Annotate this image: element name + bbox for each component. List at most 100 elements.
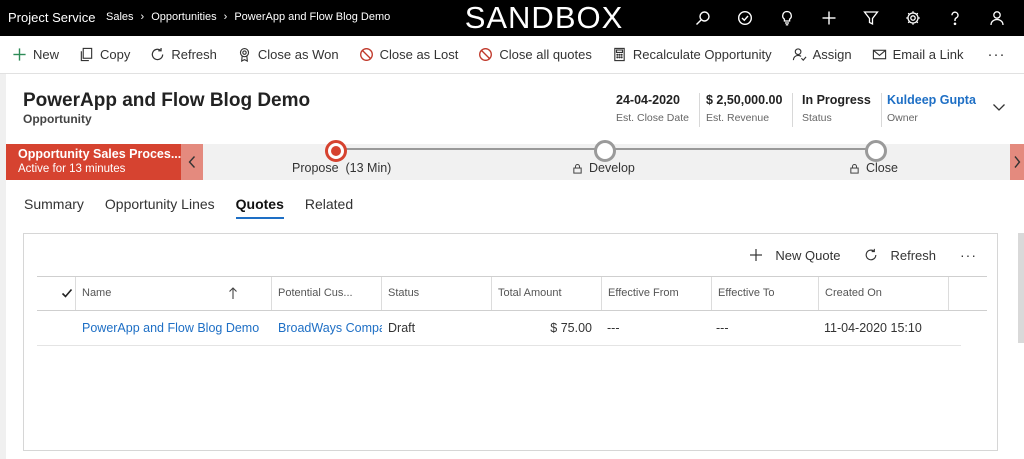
recalculate-opportunity-button[interactable]: Recalculate Opportunity (612, 36, 772, 74)
close-as-lost-button[interactable]: Close as Lost (359, 36, 459, 74)
form-tabs: Summary Opportunity Lines Quotes Related (24, 196, 374, 219)
owner-value[interactable]: Kuldeep Gupta (887, 93, 976, 107)
column-header-effective-to[interactable]: Effective To (711, 277, 818, 310)
chevron-right-icon: › (223, 11, 228, 23)
cell-potential-customer[interactable]: BroadWays Compa (278, 312, 382, 345)
search-icon[interactable] (682, 0, 724, 36)
new-button[interactable]: New (12, 36, 59, 74)
tab-quotes[interactable]: Quotes (235, 196, 284, 219)
est-close-date-value: 24-04-2020 (616, 93, 680, 107)
cell-created-on: 11-04-2020 15:10 (824, 321, 922, 335)
plus-icon[interactable] (808, 0, 850, 36)
filter-icon[interactable] (850, 0, 892, 36)
subgrid-toolbar: New Quote Refresh ··· (725, 247, 977, 263)
top-nav-icons (682, 0, 1018, 36)
stage-node-develop[interactable] (594, 140, 616, 162)
cell-total-amount: $ 75.00 (550, 321, 592, 335)
refresh-icon (866, 248, 877, 261)
page-scrollbar[interactable] (1018, 233, 1024, 343)
activity-check-icon[interactable] (724, 0, 766, 36)
column-header-total-amount[interactable]: Total Amount (491, 277, 601, 310)
select-all-checkmark-icon[interactable] (61, 287, 73, 299)
new-quote-button[interactable]: New Quote (749, 248, 840, 263)
chevron-down-icon[interactable] (992, 100, 1006, 114)
environment-banner: SANDBOX (464, 0, 624, 35)
stage-node-close[interactable] (865, 140, 887, 162)
calculator-icon (614, 47, 625, 62)
help-icon[interactable] (934, 0, 976, 36)
user-icon[interactable] (976, 0, 1018, 36)
refresh-button-label: Refresh (171, 47, 217, 62)
business-process-flow: Opportunity Sales Proces... Active for 1… (6, 140, 1024, 180)
status-field: In Progress Status (802, 93, 882, 127)
quotes-subgrid: New Quote Refresh ··· Name Potential Cus… (23, 233, 998, 451)
owner-field: Kuldeep Gupta Owner (887, 93, 986, 127)
subgrid-refresh-button[interactable]: Refresh (864, 248, 936, 263)
process-name: Opportunity Sales Proces... (18, 147, 182, 161)
plus-icon (13, 48, 26, 61)
lock-icon (573, 163, 582, 174)
breadcrumb-item[interactable]: PowerApp and Flow Blog Demo (234, 11, 390, 23)
assign-icon (792, 48, 807, 61)
est-revenue-label: Est. Revenue (706, 112, 770, 124)
plus-icon (750, 249, 763, 261)
stage-connector (325, 140, 887, 162)
close-as-won-button[interactable]: Close as Won (237, 36, 339, 74)
assign-button[interactable]: Assign (792, 36, 852, 74)
est-revenue-field: $ 2,50,000.00 Est. Revenue (706, 93, 794, 127)
recalculate-opportunity-label: Recalculate Opportunity (632, 47, 772, 62)
stage-next-button[interactable] (1010, 144, 1024, 180)
breadcrumb-item[interactable]: Opportunities (151, 11, 216, 23)
award-icon (239, 48, 250, 62)
block-icon (479, 48, 493, 61)
cell-effective-to: --- (716, 321, 729, 335)
column-header-created-on[interactable]: Created On (818, 277, 949, 310)
stage-label-close[interactable]: Close (849, 161, 898, 175)
stage-close-text: Close (866, 161, 898, 175)
record-title: PowerApp and Flow Blog Demo (23, 90, 311, 111)
owner-label: Owner (887, 112, 918, 124)
table-row[interactable]: PowerApp and Flow Blog Demo BroadWays Co… (37, 312, 961, 346)
column-header-effective-from[interactable]: Effective From (601, 277, 711, 310)
subgrid-refresh-label: Refresh (890, 247, 936, 263)
stage-develop-text: Develop (589, 161, 635, 175)
process-flyout[interactable]: Opportunity Sales Proces... Active for 1… (6, 144, 181, 180)
record-header: PowerApp and Flow Blog Demo Opportunity … (0, 74, 1024, 139)
email-a-link-label: Email a Link (892, 47, 964, 62)
tab-related[interactable]: Related (305, 196, 353, 219)
stage-label-develop[interactable]: Develop (572, 161, 635, 175)
chevron-right-icon (1014, 156, 1021, 168)
email-icon (872, 49, 886, 60)
tab-opportunity-lines[interactable]: Opportunity Lines (105, 196, 215, 219)
column-header-name[interactable]: Name (75, 277, 271, 310)
chevron-right-icon: › (140, 11, 145, 23)
tab-summary[interactable]: Summary (24, 196, 84, 219)
more-commands-button[interactable]: ··· (987, 36, 1005, 74)
command-bar: New Copy Refresh Close as Won Close as L… (0, 36, 1024, 74)
sort-ascending-icon[interactable] (228, 286, 238, 300)
stage-node-propose[interactable] (325, 140, 347, 162)
top-nav-bar: Project Service Sales › Opportunities › … (0, 0, 1024, 36)
block-icon (359, 48, 373, 61)
email-a-link-button[interactable]: Email a Link (872, 36, 964, 74)
breadcrumb: Sales › Opportunities › PowerApp and Flo… (106, 11, 390, 23)
refresh-button[interactable]: Refresh (150, 36, 217, 74)
close-as-won-label: Close as Won (257, 47, 339, 62)
app-name[interactable]: Project Service (8, 10, 95, 25)
column-header-status[interactable]: Status (381, 277, 491, 310)
stage-label-propose[interactable]: Propose (13 Min) (292, 161, 391, 175)
stage-prev-button[interactable] (181, 144, 203, 180)
close-all-quotes-button[interactable]: Close all quotes (478, 36, 592, 74)
copy-button[interactable]: Copy (79, 36, 130, 74)
breadcrumb-item[interactable]: Sales (106, 11, 134, 23)
assign-button-label: Assign (812, 47, 852, 62)
lightbulb-icon[interactable] (766, 0, 808, 36)
cell-quote-name[interactable]: PowerApp and Flow Blog Demo (82, 312, 267, 345)
grid-header: Name Potential Cus... Status Total Amoun… (37, 276, 987, 311)
column-header-potential-customer[interactable]: Potential Cus... (271, 277, 381, 310)
status-value: In Progress (802, 93, 871, 107)
subgrid-more-button[interactable]: ··· (960, 247, 977, 263)
new-button-label: New (33, 47, 60, 62)
close-as-lost-label: Close as Lost (379, 47, 459, 62)
settings-icon[interactable] (892, 0, 934, 36)
